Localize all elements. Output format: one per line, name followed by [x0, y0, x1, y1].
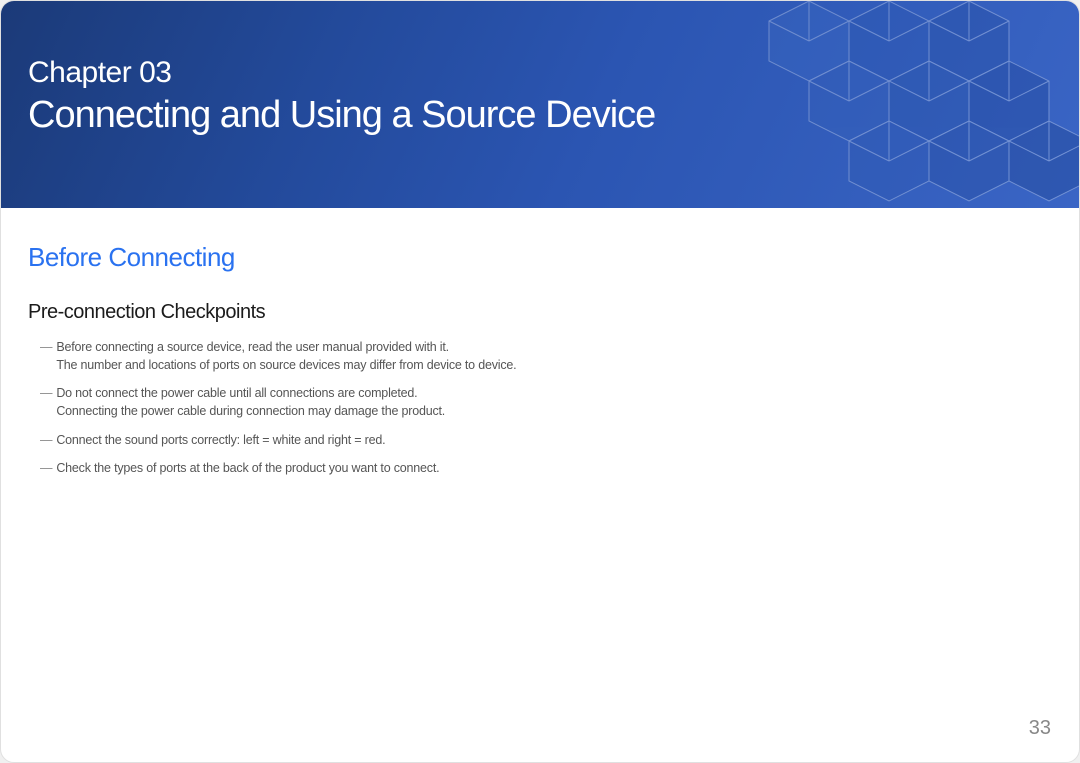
section-heading: Before Connecting [28, 242, 1052, 273]
note-text: Do not connect the power cable until all… [56, 384, 445, 420]
banner-heading-block: Chapter 03 Connecting and Using a Source… [28, 56, 655, 137]
note-text: Before connecting a source device, read … [56, 338, 516, 374]
page-content: Before Connecting Pre-connection Checkpo… [1, 208, 1079, 477]
note-text: Connect the sound ports correctly: left … [56, 431, 385, 449]
note-item: ― Connect the sound ports correctly: lef… [28, 431, 1052, 449]
chapter-banner: Chapter 03 Connecting and Using a Source… [1, 1, 1079, 208]
chapter-title: Connecting and Using a Source Device [28, 94, 655, 137]
subsection-heading: Pre-connection Checkpoints [28, 301, 1052, 324]
document-page: Chapter 03 Connecting and Using a Source… [0, 0, 1080, 763]
page-number: 33 [1029, 717, 1051, 740]
note-item: ― Before connecting a source device, rea… [28, 338, 1052, 374]
note-dash-icon: ― [40, 338, 52, 356]
decorative-cubes [749, 1, 1079, 208]
note-dash-icon: ― [40, 459, 52, 477]
note-text: Check the types of ports at the back of … [56, 459, 439, 477]
note-dash-icon: ― [40, 384, 52, 402]
note-dash-icon: ― [40, 431, 52, 449]
chapter-label: Chapter 03 [28, 56, 655, 90]
note-item: ― Check the types of ports at the back o… [28, 459, 1052, 477]
note-item: ― Do not connect the power cable until a… [28, 384, 1052, 420]
